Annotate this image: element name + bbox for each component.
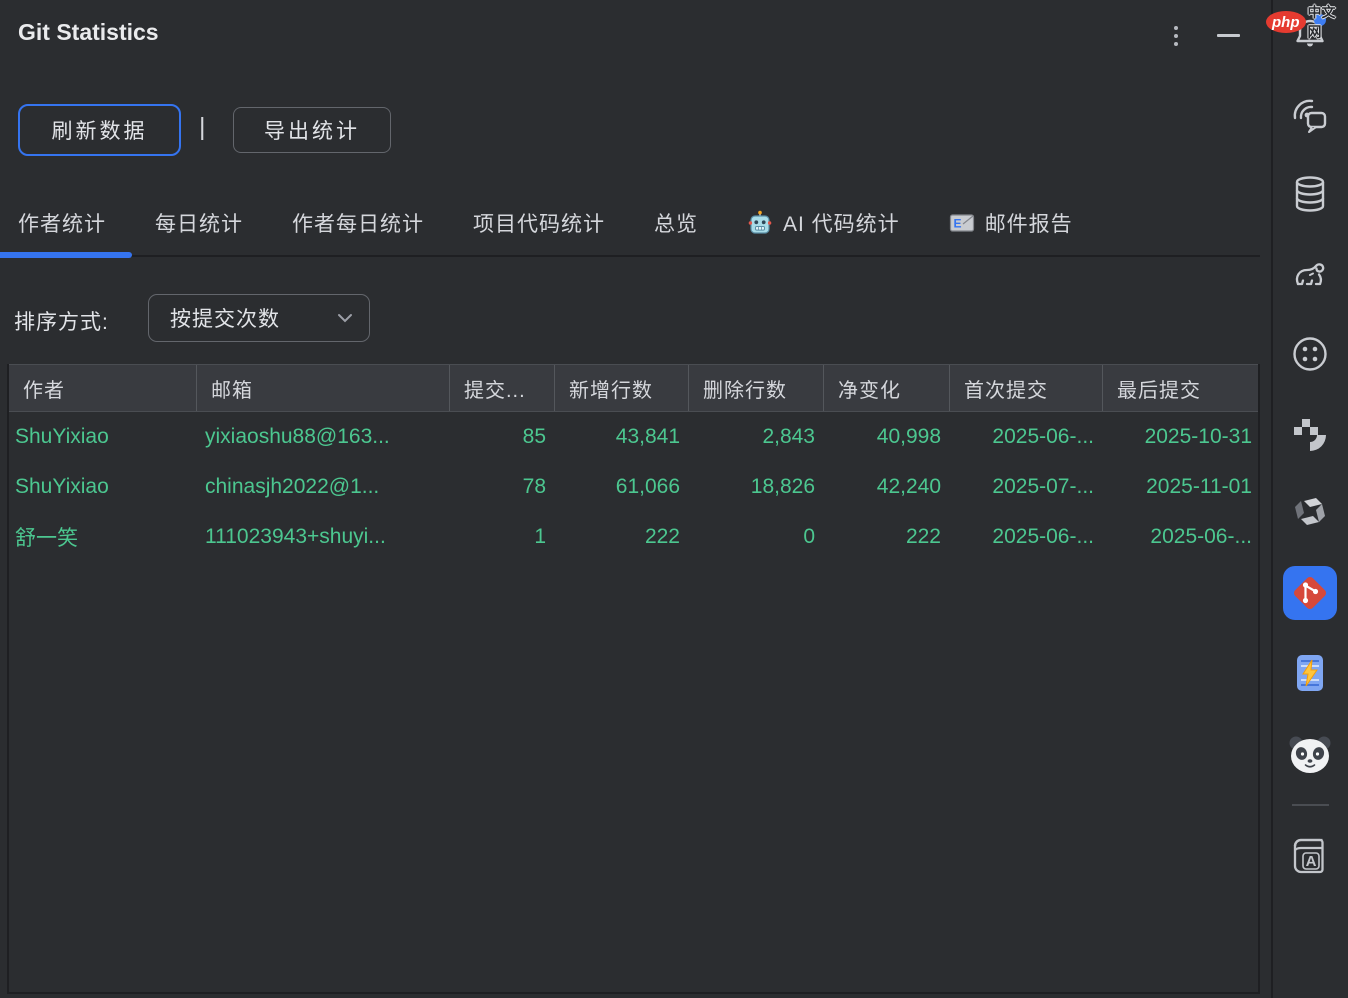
table-header-row: 作者 邮箱 提交... 新增行数 删除行数 净变化 首次提交 最后提交 bbox=[9, 364, 1258, 412]
lightning-document-icon[interactable] bbox=[1288, 651, 1332, 695]
kebab-menu-icon[interactable] bbox=[1164, 22, 1188, 50]
chevron-down-icon bbox=[337, 313, 353, 323]
email-icon: E bbox=[949, 210, 975, 236]
git-statistics-panel: Git Statistics 刷新数据 | 导出统计 作者统计 每日统计 作者每… bbox=[0, 0, 1271, 998]
column-header-last-commit[interactable]: 最后提交 bbox=[1102, 365, 1260, 411]
column-header-author[interactable]: 作者 bbox=[9, 365, 196, 411]
table-row[interactable]: ShuYixiao chinasjh2022@1... 78 61,066 18… bbox=[9, 462, 1258, 512]
tab-project-code-stats[interactable]: 项目代码统计 bbox=[473, 208, 605, 238]
refresh-data-button[interactable]: 刷新数据 bbox=[18, 104, 181, 156]
geometric-knot-icon[interactable] bbox=[1288, 493, 1332, 537]
export-stats-button[interactable]: 导出统计 bbox=[233, 107, 391, 153]
database-icon[interactable] bbox=[1288, 172, 1332, 216]
tool-window-stripe: A bbox=[1273, 0, 1348, 998]
page-title: Git Statistics bbox=[18, 19, 159, 46]
watermark-text: 中文网 bbox=[1308, 2, 1348, 42]
tab-author-daily-stats[interactable]: 作者每日统计 bbox=[292, 208, 424, 238]
plugin-shape-icon[interactable] bbox=[1288, 413, 1332, 457]
tab-daily-stats[interactable]: 每日统计 bbox=[155, 208, 243, 238]
git-statistics-icon[interactable] bbox=[1283, 566, 1337, 620]
panda-icon[interactable] bbox=[1288, 733, 1332, 777]
table-row[interactable]: ShuYixiao yixiaoshu88@163... 85 43,841 2… bbox=[9, 412, 1258, 462]
minimize-icon[interactable] bbox=[1212, 22, 1244, 48]
php-cn-watermark: php 中文网 bbox=[1266, 2, 1348, 42]
svg-text:E: E bbox=[953, 217, 962, 231]
column-header-email[interactable]: 邮箱 bbox=[196, 365, 449, 411]
php-logo: php bbox=[1266, 11, 1306, 33]
dots-circle-icon[interactable] bbox=[1288, 332, 1332, 376]
sidebar-divider bbox=[1292, 804, 1329, 806]
robot-icon bbox=[747, 210, 773, 236]
tab-hairline bbox=[0, 255, 1260, 257]
sort-dropdown-value: 按提交次数 bbox=[170, 303, 337, 333]
column-header-net-change[interactable]: 净变化 bbox=[823, 365, 949, 411]
author-stats-table: 作者 邮箱 提交... 新增行数 删除行数 净变化 首次提交 最后提交 ShuY… bbox=[7, 364, 1260, 994]
active-tab-underline bbox=[0, 252, 132, 258]
sort-dropdown[interactable]: 按提交次数 bbox=[148, 294, 370, 342]
table-row[interactable]: 舒一笑 111023943+shuyi... 1 222 0 222 2025-… bbox=[9, 512, 1258, 562]
column-header-commits[interactable]: 提交... bbox=[449, 365, 554, 411]
chat-signal-icon[interactable] bbox=[1288, 94, 1332, 138]
column-header-lines-deleted[interactable]: 删除行数 bbox=[688, 365, 823, 411]
tab-overview[interactable]: 总览 bbox=[654, 208, 698, 238]
tab-author-stats[interactable]: 作者统计 bbox=[18, 208, 106, 238]
column-header-lines-added[interactable]: 新增行数 bbox=[554, 365, 688, 411]
tab-ai-code-stats[interactable]: AI 代码统计 bbox=[747, 208, 900, 238]
sort-label: 排序方式: bbox=[14, 306, 109, 336]
toolbar-divider: | bbox=[199, 113, 206, 142]
dictionary-book-icon[interactable]: A bbox=[1288, 834, 1332, 878]
gradle-elephant-icon[interactable] bbox=[1288, 252, 1332, 296]
column-header-first-commit[interactable]: 首次提交 bbox=[949, 365, 1102, 411]
svg-text:A: A bbox=[1306, 853, 1317, 870]
tab-email-report[interactable]: E 邮件报告 bbox=[949, 208, 1073, 238]
tab-bar: 作者统计 每日统计 作者每日统计 项目代码统计 总览 bbox=[0, 195, 1260, 263]
